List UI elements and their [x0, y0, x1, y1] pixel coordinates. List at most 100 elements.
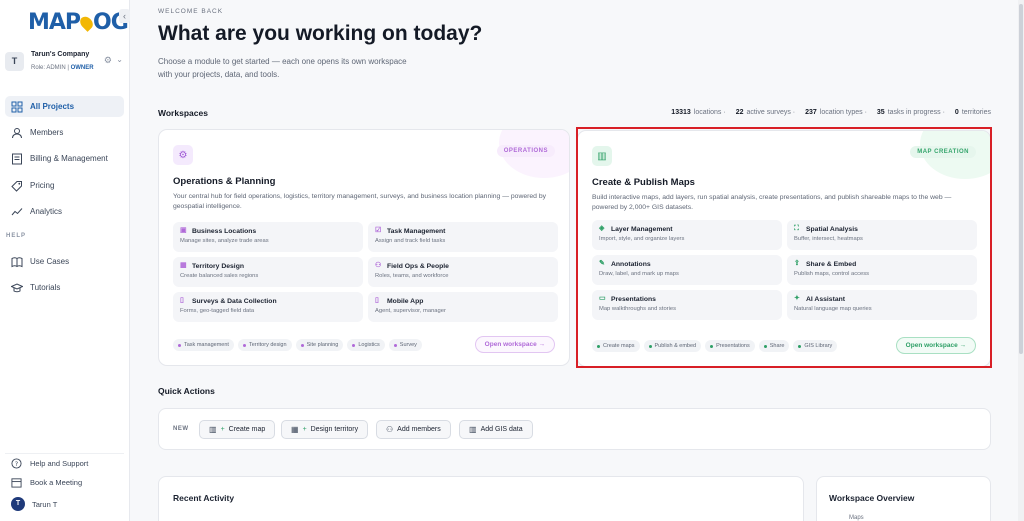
scrollbar-thumb[interactable]: [1019, 4, 1023, 354]
map-icon: ▥: [469, 425, 477, 434]
tag: Logistics: [347, 339, 385, 351]
tag: Task management: [173, 339, 234, 351]
people-icon: ⚇: [375, 262, 382, 269]
stat-territories: 0 territories: [955, 109, 991, 116]
page-subtitle: Choose a module to get started — each on…: [158, 57, 407, 79]
recent-activity-title: Recent Activity: [173, 493, 235, 503]
user-profile[interactable]: T Tarun T: [5, 495, 124, 513]
sidebar-item-label: Members: [30, 128, 64, 137]
recent-activity-panel: Recent Activity: [158, 476, 804, 521]
feature-mobile-app[interactable]: ▯ Mobile App Agent, supervisor, manager: [368, 292, 558, 322]
feature-title: Territory Design: [192, 262, 244, 270]
stat-tasks: 35 tasks in progress ·: [876, 109, 945, 116]
stat-label: territories: [961, 109, 991, 116]
tag: Survey: [388, 339, 422, 351]
operations-badge: OPERATIONS: [496, 145, 555, 157]
operations-planning-card[interactable]: ⚙ OPERATIONS Operations & Planning Your …: [158, 129, 570, 366]
sidebar-item-members[interactable]: Members: [5, 122, 124, 143]
tag-label: Logistics: [358, 342, 380, 348]
sidebar-item-billing[interactable]: Billing & Management: [5, 148, 124, 169]
feature-title: Task Management: [387, 227, 446, 235]
feature-desc: Create balanced sales regions: [180, 273, 259, 279]
sidebar-item-label: Pricing: [30, 181, 55, 190]
feature-desc: Manage sites, analyze trade areas: [180, 238, 269, 244]
location-icon: ▣: [180, 227, 187, 234]
workspace-overview-panel: Workspace Overview Maps: [816, 476, 991, 521]
analytics-icon: [11, 207, 23, 215]
sidebar-item-label: Use Cases: [30, 257, 70, 266]
help-section-label: HELP: [6, 233, 27, 239]
mobile-icon: ▯: [375, 297, 379, 304]
grid-icon: [11, 101, 23, 112]
stat-value: 237: [805, 109, 817, 116]
stat-value: 13313: [671, 109, 691, 116]
plus-icon: +: [302, 426, 307, 433]
create-map-button[interactable]: ▥ + Create map: [199, 420, 276, 439]
settings-icon: ⚙: [173, 145, 193, 165]
feature-title: Mobile App: [387, 297, 424, 305]
feature-task-management[interactable]: ☑ Task Management Assign and track field …: [368, 222, 558, 252]
tag-label: Site planning: [306, 342, 339, 348]
add-gis-data-button[interactable]: ▥ Add GIS data: [459, 420, 533, 439]
stat-label: active surveys: [746, 109, 791, 116]
stat-label: location types: [819, 109, 863, 116]
welcome-label: WELCOME BACK: [158, 8, 224, 15]
role-text: Role: ADMIN |: [31, 64, 69, 71]
company-switcher[interactable]: T Tarun's Company Role: ADMIN | OWNER ⚙ …: [5, 48, 125, 74]
user-name: Tarun T: [32, 499, 58, 509]
plus-icon: +: [220, 426, 225, 433]
grid-icon: ▦: [291, 425, 299, 434]
sidebar-item-all-projects[interactable]: All Projects: [5, 96, 124, 117]
sidebar-item-analytics[interactable]: Analytics: [5, 201, 124, 222]
book-meeting-label: Book a Meeting: [30, 477, 83, 487]
mapog-logo[interactable]: MAP OG: [28, 10, 129, 35]
tag-label: Task management: [184, 342, 229, 348]
sidebar-item-pricing[interactable]: Pricing: [5, 175, 124, 196]
design-territory-button[interactable]: ▦ + Design territory: [281, 420, 369, 439]
calendar-icon: [11, 477, 22, 488]
stat-label: tasks in progress: [887, 109, 941, 116]
help-and-support-button[interactable]: ? Help and Support: [5, 453, 124, 471]
feature-desc: Forms, geo-tagged field data: [180, 308, 255, 314]
chevron-down-icon[interactable]: ⌄: [116, 55, 123, 64]
quick-actions-heading: Quick Actions: [158, 386, 215, 396]
main-content: WELCOME BACK What are you working on tod…: [130, 0, 1024, 521]
button-label: Design territory: [310, 426, 359, 433]
feature-surveys[interactable]: ▯ Surveys & Data Collection Forms, geo-ta…: [173, 292, 363, 322]
book-meeting-button[interactable]: Book a Meeting: [5, 473, 124, 491]
button-label: Add GIS data: [480, 426, 523, 433]
button-label: Add members: [397, 426, 441, 433]
workspaces-heading: Workspaces: [158, 108, 208, 118]
book-icon: [11, 256, 23, 267]
ops-tags: Task management Territory design Site pl…: [173, 339, 422, 351]
stat-value: 22: [735, 109, 744, 116]
gear-icon[interactable]: ⚙: [104, 55, 112, 66]
feature-field-ops[interactable]: ⚇ Field Ops & People Roles, teams, and wo…: [368, 257, 558, 287]
new-label: NEW: [173, 426, 189, 432]
map-icon: ▥: [209, 425, 217, 434]
owner-badge: OWNER: [70, 64, 94, 71]
sidebar-item-label: All Projects: [30, 102, 75, 111]
add-members-button[interactable]: ⚇ Add members: [376, 420, 451, 439]
card-description: Your central hub for field operations, l…: [173, 193, 547, 210]
checklist-icon: ☑: [375, 227, 382, 234]
company-avatar: T: [5, 51, 24, 71]
tag-label: Survey: [399, 342, 417, 348]
user-icon: [12, 127, 22, 138]
open-ops-workspace-button[interactable]: Open workspace →: [474, 336, 555, 353]
sidebar-item-use-cases[interactable]: Use Cases: [5, 251, 124, 272]
page-scrollbar[interactable]: [1018, 0, 1024, 521]
page-title: What are you working on today?: [158, 22, 483, 45]
company-role: Role: ADMIN | OWNER: [31, 65, 94, 71]
feature-business-locations[interactable]: ▣ Business Locations Manage sites, analyz…: [173, 222, 363, 252]
billing-icon: [12, 153, 22, 164]
card-title: Operations & Planning: [173, 176, 276, 187]
stat-value: 35: [876, 109, 885, 116]
tag: Site planning: [295, 339, 344, 351]
svg-text:?: ?: [15, 459, 18, 467]
territory-icon: ▦: [180, 262, 187, 269]
sidebar-item-tutorials[interactable]: Tutorials: [5, 277, 124, 298]
collapse-sidebar-button[interactable]: ‹: [119, 9, 130, 23]
stat-active-surveys: 22 active surveys ·: [735, 109, 796, 116]
feature-territory-design[interactable]: ▦ Territory Design Create balanced sales …: [173, 257, 363, 287]
